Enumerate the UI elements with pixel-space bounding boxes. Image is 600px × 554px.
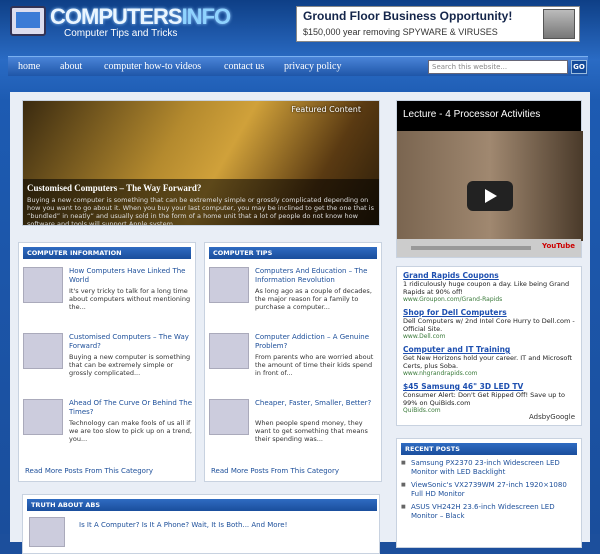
ad-item: Computer and IT Training Get New Horizon…: [403, 345, 575, 377]
computer-logo-icon[interactable]: [10, 6, 46, 36]
banner-ad-image: [543, 9, 575, 39]
post-excerpt: It's very tricky to talk for a long time…: [69, 287, 191, 311]
post-thumbnail[interactable]: [209, 333, 249, 369]
post-item: Ahead Of The Curve Or Behind The Times? …: [23, 399, 193, 455]
content-panel: Featured Content Customised Computers – …: [10, 92, 590, 554]
recent-posts: RECENT POSTS Samsung PX2370 23-inch Wide…: [396, 438, 582, 548]
truth-about-abs-section: TRUTH ABOUT ABS Is It A Computer? Is It …: [22, 494, 380, 554]
nav-privacy-policy[interactable]: privacy policy: [284, 61, 341, 72]
video-player[interactable]: Lecture - 4 Processor Activities YouTube: [396, 100, 583, 258]
post-excerpt: Technology can make fools of us all if w…: [69, 419, 192, 443]
featured-excerpt: Buying a new computer is something that …: [27, 196, 374, 226]
read-more-link[interactable]: Read More Posts From This Category: [25, 467, 153, 475]
site-logo[interactable]: COMPUTERSINFO: [50, 4, 232, 30]
ad-description: Dell Computers w/ 2nd Intel Core Hurry t…: [403, 317, 575, 333]
ad-item: Grand Rapids Coupons 1 ridiculously huge…: [403, 271, 575, 303]
post-thumbnail[interactable]: [209, 399, 249, 435]
logo-accent: INFO: [181, 4, 232, 29]
post-title[interactable]: Customised Computers – The Way Forward?: [69, 333, 193, 351]
site-header: COMPUTERSINFO Computer Tips and Tricks G…: [0, 0, 600, 52]
youtube-logo[interactable]: YouTube: [542, 242, 575, 250]
nav-about[interactable]: about: [60, 61, 82, 72]
ad-item: $45 Samsung 46" 3D LED TV Consumer Alert…: [403, 382, 575, 414]
post-title[interactable]: Computers And Education – The Informatio…: [255, 267, 379, 285]
ad-url[interactable]: www.Dell.com: [403, 333, 575, 340]
banner-ad-subtitle: $150,000 year removing SPYWARE & VIRUSES: [303, 27, 498, 37]
ad-title[interactable]: $45 Samsung 46" 3D LED TV: [403, 382, 575, 391]
post-item: Computers And Education – The Informatio…: [209, 267, 379, 323]
post-excerpt: When people spend money, they want to ge…: [255, 419, 368, 443]
post-excerpt: From parents who are worried about the a…: [255, 353, 374, 377]
ad-title[interactable]: Computer and IT Training: [403, 345, 575, 354]
video-controls[interactable]: YouTube: [397, 239, 581, 257]
featured-caption: Customised Computers – The Way Forward? …: [23, 179, 379, 225]
recent-post-link[interactable]: Samsung PX2370 23-inch Widescreen LED Mo…: [401, 459, 577, 477]
ad-description: Get New Horizons hold your career. IT an…: [403, 354, 573, 370]
ad-title[interactable]: Grand Rapids Coupons: [403, 271, 575, 280]
post-title[interactable]: How Computers Have Linked The World: [69, 267, 193, 285]
post-title[interactable]: Ahead Of The Curve Or Behind The Times?: [69, 399, 193, 417]
page: COMPUTERSINFO Computer Tips and Tricks G…: [0, 0, 600, 554]
recent-posts-list: Samsung PX2370 23-inch Widescreen LED Mo…: [397, 459, 581, 521]
featured-title[interactable]: Customised Computers – The Way Forward?: [27, 183, 375, 193]
section-header: RECENT POSTS: [401, 443, 577, 455]
post-item: How Computers Have Linked The World It's…: [23, 267, 193, 323]
post-item: Cheaper, Faster, Smaller, Better? When p…: [209, 399, 379, 455]
ad-url[interactable]: www.Groupon.com/Grand-Rapids: [403, 296, 575, 303]
featured-content[interactable]: Featured Content Customised Computers – …: [22, 100, 380, 226]
ad-item: Shop for Dell Computers Dell Computers w…: [403, 308, 575, 340]
section-header: TRUTH ABOUT ABS: [27, 499, 377, 511]
post-thumbnail[interactable]: [209, 267, 249, 303]
site-tagline: Computer Tips and Tricks: [64, 28, 178, 39]
post-title[interactable]: Computer Addiction – A Genuine Problem?: [255, 333, 379, 351]
recent-post-link[interactable]: ViewSonic's VX2739WM 27-inch 1920×1080 F…: [401, 481, 577, 499]
ad-title[interactable]: Shop for Dell Computers: [403, 308, 575, 317]
section-header: COMPUTER TIPS: [209, 247, 377, 259]
post-item: Customised Computers – The Way Forward? …: [23, 333, 193, 389]
post-excerpt: As long ago as a couple of decades, the …: [255, 287, 372, 311]
ads-by-google-label[interactable]: AdsbyGoogle: [529, 413, 575, 421]
post-title[interactable]: Is It A Computer? Is It A Phone? Wait, I…: [79, 521, 369, 530]
post-excerpt: Buying a new computer is something that …: [69, 353, 191, 377]
banner-ad-title: Ground Floor Business Opportunity!: [303, 9, 513, 23]
ad-url[interactable]: www.nhgrandrapids.com: [403, 370, 575, 377]
main-navigation: home about computer how-to videos contac…: [8, 56, 588, 76]
search-input[interactable]: Search this website...: [428, 60, 568, 74]
read-more-link[interactable]: Read More Posts From This Category: [211, 467, 339, 475]
post-thumbnail[interactable]: [23, 333, 63, 369]
computer-tips-section: COMPUTER TIPS Computers And Education – …: [204, 242, 382, 482]
section-header: COMPUTER INFORMATION: [23, 247, 191, 259]
play-button-icon[interactable]: [467, 181, 513, 211]
search-go-button[interactable]: GO: [571, 60, 587, 74]
ad-description: 1 ridiculously huge coupon a day. Like b…: [403, 280, 570, 296]
header-banner-ad[interactable]: Ground Floor Business Opportunity! $150,…: [296, 6, 580, 42]
post-thumbnail[interactable]: [29, 517, 65, 547]
post-item: Computer Addiction – A Genuine Problem? …: [209, 333, 379, 389]
google-ads: Grand Rapids Coupons 1 ridiculously huge…: [396, 266, 582, 426]
ad-description: Consumer Alert: Don't Get Ripped Off! Sa…: [403, 391, 565, 407]
nav-how-to-videos[interactable]: computer how-to videos: [104, 61, 201, 72]
computer-information-section: COMPUTER INFORMATION How Computers Have …: [18, 242, 196, 482]
nav-contact-us[interactable]: contact us: [224, 61, 264, 72]
nav-home[interactable]: home: [18, 61, 40, 72]
post-thumbnail[interactable]: [23, 267, 63, 303]
video-frame[interactable]: [397, 131, 583, 241]
post-thumbnail[interactable]: [23, 399, 63, 435]
video-progress-bar[interactable]: [411, 246, 531, 250]
featured-label: Featured Content: [291, 105, 361, 114]
post-title[interactable]: Cheaper, Faster, Smaller, Better?: [255, 399, 379, 408]
video-title[interactable]: Lecture - 4 Processor Activities: [403, 109, 540, 120]
recent-post-link[interactable]: ASUS VH242H 23.6-inch Widescreen LED Mon…: [401, 503, 577, 521]
logo-main: COMPUTERS: [50, 4, 183, 29]
